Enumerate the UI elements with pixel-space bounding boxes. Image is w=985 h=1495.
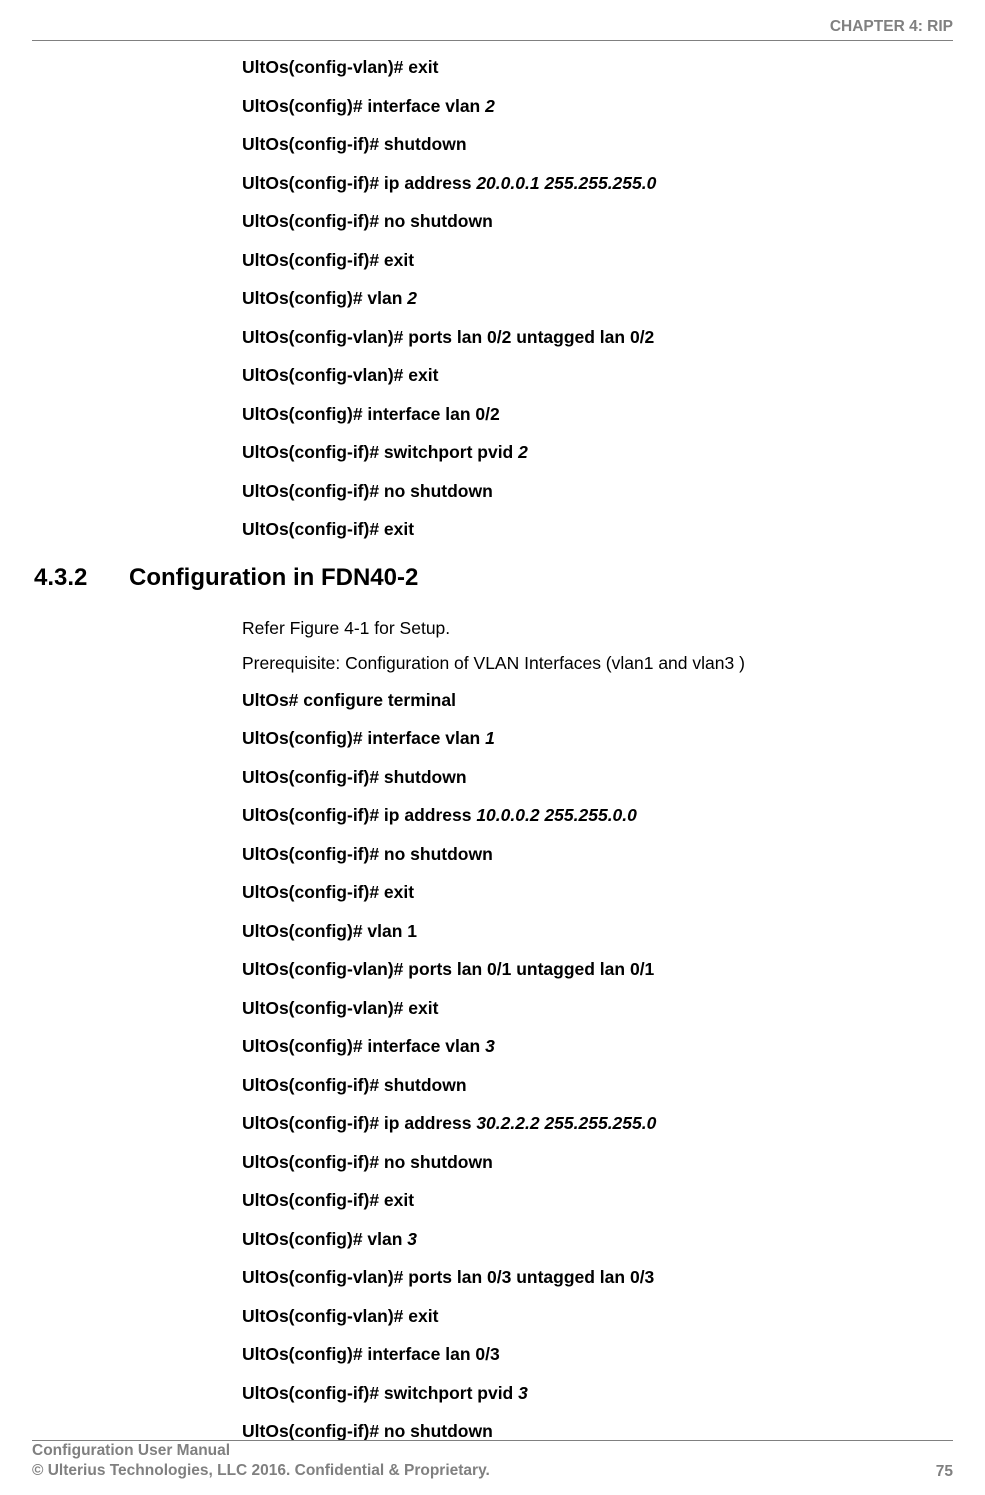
command-line: UltOs(config-vlan)# ports lan 0/3 untagg… <box>242 1265 953 1290</box>
command-prompt: UltOs(config-vlan)# ports lan 0/3 untagg… <box>242 1267 654 1287</box>
command-arg: 3 <box>485 1036 495 1056</box>
intro-line-2: Prerequisite: Configuration of VLAN Inte… <box>242 653 953 674</box>
command-prompt: UltOs(config)# vlan <box>242 1229 407 1249</box>
command-prompt: UltOs(config)# interface vlan <box>242 96 485 116</box>
command-prompt: UltOs(config-if)# ip address <box>242 173 476 193</box>
command-line: UltOs(config-if)# ip address 30.2.2.2 25… <box>242 1111 953 1136</box>
intro-line-1: Refer Figure 4-1 for Setup. <box>242 618 953 639</box>
command-line: UltOs(config-vlan)# exit <box>242 55 953 80</box>
command-prompt: UltOs(config-if)# no shutdown <box>242 844 493 864</box>
footer-manual: Configuration User Manual <box>32 1441 490 1461</box>
command-prompt: UltOs(config-if)# shutdown <box>242 134 467 154</box>
command-line: UltOs(config)# interface vlan 2 <box>242 94 953 119</box>
command-line: UltOs(config-if)# shutdown <box>242 765 953 790</box>
command-prompt: UltOs(config)# interface lan 0/2 <box>242 404 500 424</box>
command-line: UltOs(config)# interface vlan 3 <box>242 1034 953 1059</box>
command-line: UltOs(config)# interface lan 0/2 <box>242 402 953 427</box>
command-line: UltOs(config-if)# ip address 20.0.0.1 25… <box>242 171 953 196</box>
command-line: UltOs(config-if)# exit <box>242 880 953 905</box>
command-line: UltOs(config-if)# exit <box>242 1188 953 1213</box>
command-prompt: UltOs(config)# interface vlan <box>242 728 485 748</box>
command-line: UltOs(config-vlan)# exit <box>242 363 953 388</box>
command-prompt: UltOs(config-if)# exit <box>242 519 414 539</box>
command-prompt: UltOs(config-if)# ip address <box>242 1113 476 1133</box>
command-prompt: UltOs(config-vlan)# exit <box>242 1306 438 1326</box>
command-prompt: UltOs(config-if)# no shutdown <box>242 1421 493 1441</box>
command-prompt: UltOs(config)# interface vlan <box>242 1036 485 1056</box>
command-line: UltOs(config-if)# exit <box>242 517 953 542</box>
command-line: UltOs(config-if)# no shutdown <box>242 479 953 504</box>
command-prompt: UltOs(config-vlan)# exit <box>242 365 438 385</box>
command-line: UltOs(config-if)# no shutdown <box>242 842 953 867</box>
chapter-label: CHAPTER 4: RIP <box>830 18 953 35</box>
command-prompt: UltOs(config-vlan)# exit <box>242 998 438 1018</box>
command-prompt: UltOs(config-if)# shutdown <box>242 767 467 787</box>
section-heading: 4.3.2Configuration in FDN40-2 <box>34 564 953 592</box>
section-number: 4.3.2 <box>34 564 129 592</box>
command-prompt: UltOs(config-if)# exit <box>242 882 414 902</box>
command-line: UltOs(config-vlan)# exit <box>242 996 953 1021</box>
command-prompt: UltOs(config)# vlan <box>242 288 407 308</box>
command-line: UltOs(config-if)# shutdown <box>242 1073 953 1098</box>
command-line: UltOs(config)# interface vlan 1 <box>242 726 953 751</box>
command-line: UltOs(config-vlan)# exit <box>242 1304 953 1329</box>
command-line: UltOs(config)# vlan 2 <box>242 286 953 311</box>
command-line: UltOs(config-if)# switchport pvid 3 <box>242 1381 953 1406</box>
command-line: UltOs(config)# interface lan 0/3 <box>242 1342 953 1367</box>
page-footer: Configuration User Manual © Ulterius Tec… <box>32 1441 953 1481</box>
command-arg: 10.0.0.2 255.255.0.0 <box>476 805 637 825</box>
command-arg: 2 <box>407 288 417 308</box>
command-line: UltOs# configure terminal <box>242 688 953 713</box>
footer-page-number: 75 <box>936 1463 953 1481</box>
command-prompt: UltOs(config-vlan)# exit <box>242 57 438 77</box>
page-header: CHAPTER 4: RIP <box>830 18 953 36</box>
header-rule <box>32 40 953 41</box>
command-prompt: UltOs(config-if)# shutdown <box>242 1075 467 1095</box>
command-line: UltOs(config-vlan)# ports lan 0/2 untagg… <box>242 325 953 350</box>
command-line: UltOs(config-if)# switchport pvid 2 <box>242 440 953 465</box>
command-arg: 3 <box>407 1229 417 1249</box>
command-arg: 2 <box>518 442 528 462</box>
command-prompt: UltOs(config)# vlan 1 <box>242 921 417 941</box>
command-arg: 1 <box>485 728 495 748</box>
command-line: UltOs(config-if)# ip address 10.0.0.2 25… <box>242 803 953 828</box>
command-prompt: UltOs(config-if)# switchport pvid <box>242 1383 518 1403</box>
page-content: UltOs(config-vlan)# exit UltOs(config)# i… <box>32 55 953 1435</box>
section-title: Configuration in FDN40-2 <box>129 564 418 591</box>
command-line: UltOs(config-if)# shutdown <box>242 132 953 157</box>
command-line: UltOs(config)# vlan 1 <box>242 919 953 944</box>
command-prompt: UltOs(config-vlan)# ports lan 0/1 untagg… <box>242 959 654 979</box>
command-arg: 20.0.0.1 255.255.255.0 <box>476 173 656 193</box>
footer-left: Configuration User Manual © Ulterius Tec… <box>32 1441 490 1481</box>
command-block-2: UltOs# configure terminal UltOs(config)# … <box>242 688 953 1444</box>
footer-copyright: © Ulterius Technologies, LLC 2016. Confi… <box>32 1461 490 1481</box>
command-line: UltOs(config-if)# no shutdown <box>242 1150 953 1175</box>
command-line: UltOs(config-if)# exit <box>242 248 953 273</box>
command-prompt: UltOs(config-if)# ip address <box>242 805 476 825</box>
command-line: UltOs(config)# vlan 3 <box>242 1227 953 1252</box>
command-block-1: UltOs(config-vlan)# exit UltOs(config)# i… <box>242 55 953 542</box>
command-prompt: UltOs(config-if)# no shutdown <box>242 211 493 231</box>
command-line: UltOs(config-if)# no shutdown <box>242 209 953 234</box>
command-prompt: UltOs(config-if)# switchport pvid <box>242 442 518 462</box>
command-arg: 30.2.2.2 255.255.255.0 <box>476 1113 656 1133</box>
command-prompt: UltOs(config-if)# no shutdown <box>242 1152 493 1172</box>
command-arg: 2 <box>485 96 495 116</box>
command-prompt: UltOs# configure terminal <box>242 690 456 710</box>
command-prompt: UltOs(config-if)# exit <box>242 250 414 270</box>
command-prompt: UltOs(config-if)# no shutdown <box>242 481 493 501</box>
command-arg: 3 <box>518 1383 528 1403</box>
command-prompt: UltOs(config)# interface lan 0/3 <box>242 1344 500 1364</box>
command-prompt: UltOs(config-vlan)# ports lan 0/2 untagg… <box>242 327 654 347</box>
command-line: UltOs(config-vlan)# ports lan 0/1 untagg… <box>242 957 953 982</box>
command-prompt: UltOs(config-if)# exit <box>242 1190 414 1210</box>
